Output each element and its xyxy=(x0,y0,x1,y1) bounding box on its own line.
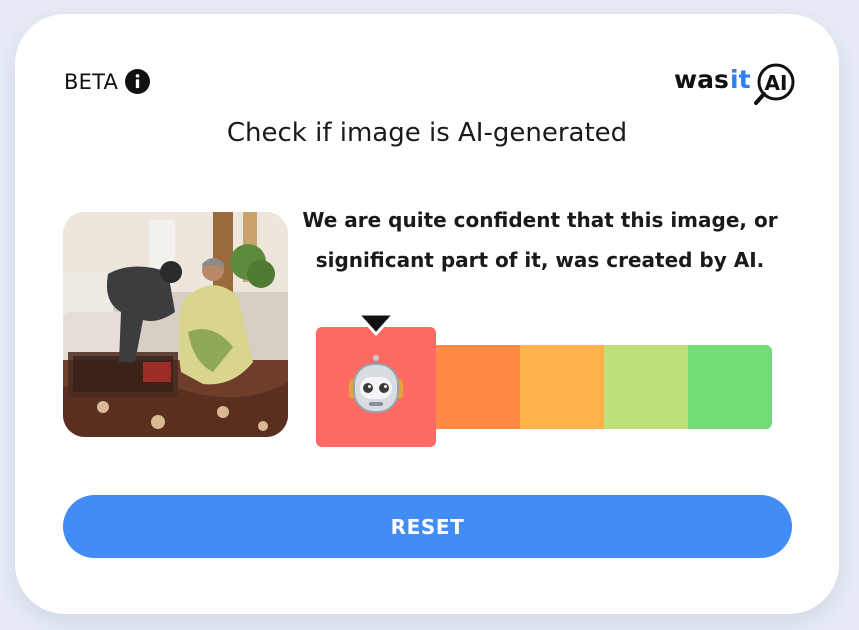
page-title: Check if image is AI-generated xyxy=(226,118,628,148)
confidence-meter xyxy=(316,312,772,448)
detector-card: BETA was it AI Check if image is AI-gene… xyxy=(15,14,839,614)
beta-badge: BETA xyxy=(64,69,151,94)
logo-text-was: was xyxy=(674,65,729,94)
info-icon[interactable] xyxy=(125,69,151,94)
logo-text-it: it xyxy=(730,65,751,94)
meter-pointer-icon xyxy=(356,312,396,336)
uploaded-photo xyxy=(63,212,288,437)
meter-level-5 xyxy=(688,345,772,429)
meter-level-3 xyxy=(520,345,604,429)
wasitai-logo[interactable]: was it AI xyxy=(674,61,799,107)
meter-level-4 xyxy=(604,345,688,429)
meter-level-1-selected xyxy=(316,312,436,447)
meter-level-2 xyxy=(436,345,520,429)
beta-label: BETA xyxy=(64,69,119,94)
verdict-text: We are quite confident that this image, … xyxy=(302,208,778,272)
robot-icon xyxy=(349,355,403,413)
reset-button[interactable]: RESET xyxy=(63,495,792,558)
photo-image xyxy=(63,212,288,437)
logo-text-ai: AI xyxy=(765,71,788,95)
